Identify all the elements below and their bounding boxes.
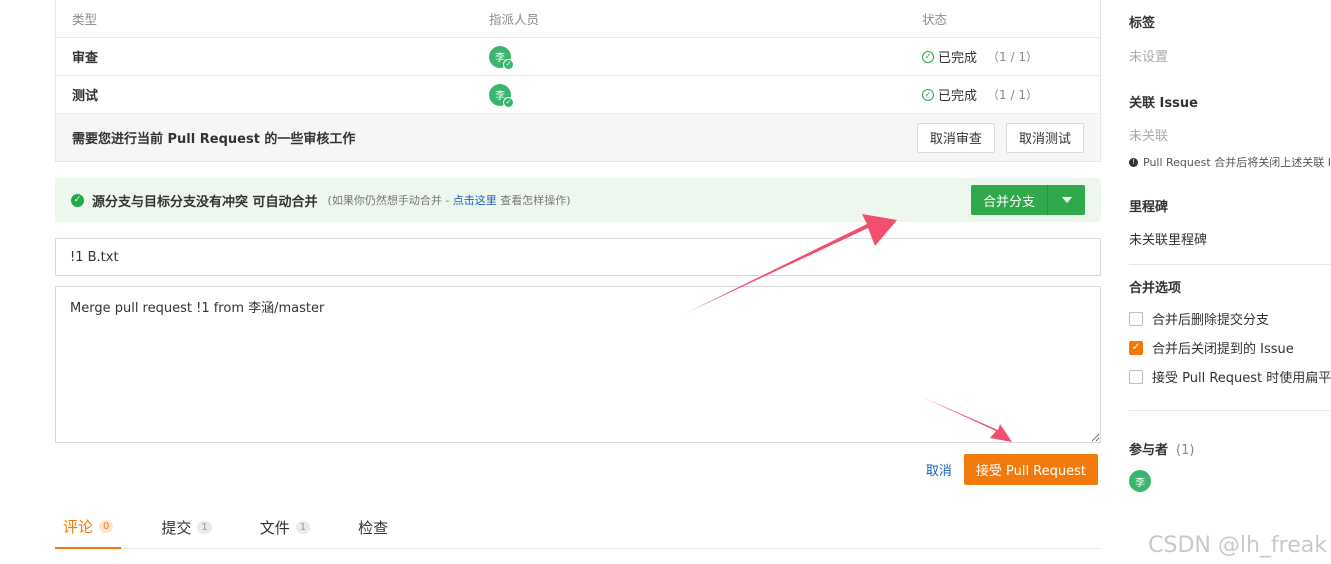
status-count: （1 / 1） [987,88,1038,102]
review-footer-message: 需要您进行当前 Pull Request 的一些审核工作 [72,132,356,147]
milestone-section: 里程碑 未关联里程碑 [1129,170,1331,248]
check-badge-icon: ✓ [503,58,514,70]
merge-button-group: 合并分支 [970,185,1085,215]
main-column: 类型 指派人员 状态 审查 李 ✓ ✓ 已完成 （1 / 1） 测试 李 ✓ ✓ 已… [55,0,1101,549]
merge-branch-button[interactable]: 合并分支 [970,185,1047,215]
pr-tabs: 评论 0 提交 1 文件 1 检查 [55,505,1101,549]
accept-pull-request-button[interactable]: 接受 Pull Request [963,454,1098,485]
avatar[interactable]: 李 ✓ [489,83,514,108]
merge-status-bar: ✓ 源分支与目标分支没有冲突 可自动合并 (如果你仍然想手动合并 - 点击这里 … [55,178,1101,222]
tab-count-badge: 1 [295,520,311,534]
avatar[interactable]: 李 [1129,470,1151,492]
row-type: 测试 [72,89,99,104]
issue-title[interactable]: 关联 Issue [1129,92,1331,111]
avatar[interactable]: 李 ✓ [489,45,514,70]
info-icon: ! [1129,157,1138,167]
tab-comments[interactable]: 评论 0 [55,505,122,549]
status-text: 已完成 [938,51,978,66]
review-table-header: 类型 指派人员 状态 [56,0,1100,37]
merge-options-section: 合并选项 合并后删除提交分支 ✓ 合并后关闭提到的 Issue 接受 Pull R… [1129,265,1331,386]
table-row: 测试 李 ✓ ✓ 已完成 （1 / 1） [56,75,1100,113]
checkbox[interactable] [1129,311,1143,326]
check-badge-icon: ✓ [503,96,514,108]
merge-message-textarea[interactable]: Merge pull request !1 from 李涵/master [55,286,1101,443]
participants-title: 参与者 [1129,443,1169,458]
form-actions: 取消 接受 Pull Request [55,454,1098,485]
labels-section: 标签 未设置 [1129,0,1331,65]
merge-title-input[interactable] [55,238,1101,276]
merge-status-title: 源分支与目标分支没有冲突 可自动合并 [92,194,318,210]
table-row: 审查 李 ✓ ✓ 已完成 （1 / 1） [56,37,1100,75]
row-type: 审查 [72,51,99,66]
issue-section: 关联 Issue 未关联 ! Pull Request 合并后将关闭上述关联 Is [1129,65,1331,170]
header-type: 类型 [72,12,98,27]
participants-section: 参与者 (1) 李 [1129,411,1331,492]
tab-count-badge: 0 [99,519,114,533]
tab-checks[interactable]: 检查 [350,505,396,549]
merge-hint: (如果你仍然想手动合并 - 点击这里 查看怎样操作) [327,194,571,207]
option-close-issue[interactable]: ✓ 合并后关闭提到的 Issue [1129,338,1331,357]
checkbox[interactable] [1129,369,1143,384]
check-circle-icon: ✓ [922,50,934,63]
participants-count: (1) [1176,443,1195,458]
tab-files[interactable]: 文件 1 [252,505,318,549]
caret-down-icon [1061,197,1072,203]
issue-value: 未关联 [1129,129,1169,144]
cancel-review-button[interactable]: 取消审查 [916,122,995,153]
checkbox-checked[interactable]: ✓ [1129,340,1143,355]
manual-merge-link[interactable]: 点击这里 [453,194,497,207]
issue-note: ! Pull Request 合并后将关闭上述关联 Is [1129,154,1331,170]
merge-options-dropdown[interactable] [1047,185,1085,215]
check-circle-icon: ✓ [71,193,84,207]
milestone-value: 未关联里程碑 [1129,233,1208,248]
cancel-test-button[interactable]: 取消测试 [1005,122,1084,153]
header-assignee: 指派人员 [489,12,540,27]
watermark: CSDN @lh_freak [1148,533,1327,558]
milestone-title[interactable]: 里程碑 [1129,196,1331,215]
status-text: 已完成 [938,89,978,104]
sidebar: 标签 未设置 关联 Issue 未关联 ! Pull Request 合并后将关闭… [1129,0,1331,492]
tab-commits[interactable]: 提交 1 [153,505,219,549]
header-status: 状态 [922,12,948,27]
option-squash[interactable]: 接受 Pull Request 时使用扁平化 [1129,367,1331,386]
check-circle-icon: ✓ [922,88,934,101]
tab-count-badge: 1 [197,520,212,534]
merge-options-title: 合并选项 [1129,281,1182,296]
labels-value: 未设置 [1129,50,1169,65]
review-footer: 需要您进行当前 Pull Request 的一些审核工作 取消审查 取消测试 [56,113,1100,161]
cancel-link[interactable]: 取消 [926,460,952,479]
review-table: 类型 指派人员 状态 审查 李 ✓ ✓ 已完成 （1 / 1） 测试 李 ✓ ✓ 已… [55,0,1101,162]
option-delete-branch[interactable]: 合并后删除提交分支 [1129,309,1331,328]
labels-title[interactable]: 标签 [1129,12,1331,31]
status-count: （1 / 1） [987,50,1038,64]
